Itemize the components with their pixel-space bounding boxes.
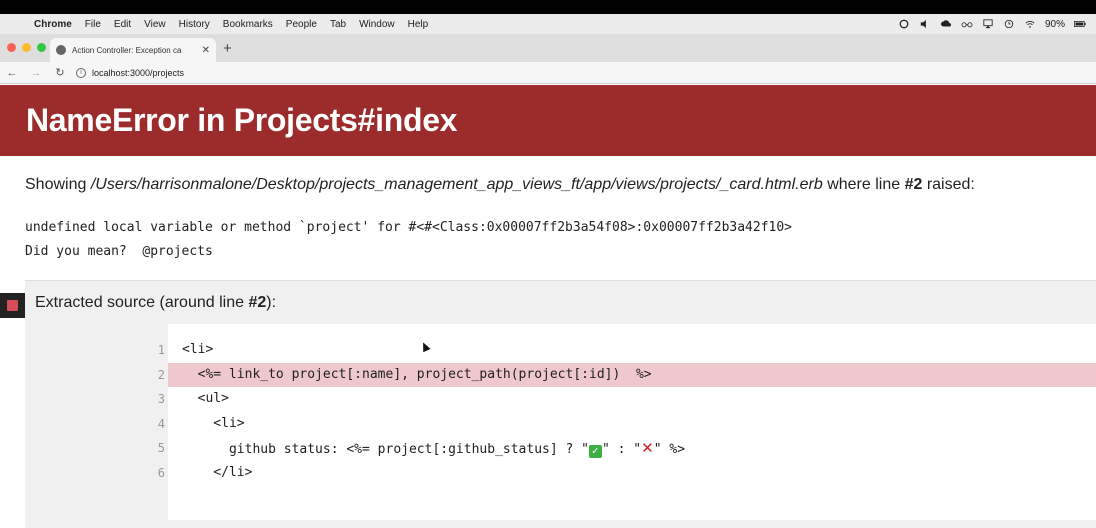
extract-title-prefix: Extracted source (around line xyxy=(35,294,249,311)
menu-history[interactable]: History xyxy=(179,19,210,30)
screen-top-edge xyxy=(0,0,1096,14)
volume-icon[interactable] xyxy=(919,19,931,29)
code-line-1: <li> xyxy=(182,342,214,357)
menu-people[interactable]: People xyxy=(286,19,317,30)
airplay-icon[interactable] xyxy=(982,19,994,29)
line-number: 5 xyxy=(157,441,165,455)
new-tab-icon[interactable]: + xyxy=(223,40,232,57)
line-numbers: 1 2 3 4 5 6 xyxy=(145,338,165,485)
line-number: 1 xyxy=(157,343,165,357)
showing-suffix: raised: xyxy=(922,176,975,193)
error-message: undefined local variable or method `proj… xyxy=(25,220,793,235)
tab-favicon-icon xyxy=(56,45,66,55)
minimize-window-button[interactable] xyxy=(22,43,31,52)
code-line-4: <li> xyxy=(182,415,245,431)
menu-app-name[interactable]: Chrome xyxy=(34,19,72,30)
template-path: /Users/harrisonmalone/Desktop/projects_m… xyxy=(90,176,823,193)
tab-title: Action Controller: Exception ca xyxy=(72,45,182,55)
code-line-3: <ul> xyxy=(182,391,229,406)
code-line-5-part-a: github status: <%= project[:github_statu… xyxy=(182,442,589,457)
did-you-mean-message: Did you mean? @projects xyxy=(25,244,213,259)
url-text: localhost:3000/projects xyxy=(92,67,185,78)
menu-window[interactable]: Window xyxy=(359,19,395,30)
error-location: Showing /Users/harrisonmalone/Desktop/pr… xyxy=(25,176,975,194)
menu-edit[interactable]: Edit xyxy=(114,19,131,30)
source-code-block: <li> <%= link_to project[:name], project… xyxy=(168,324,1096,520)
showing-middle: where line xyxy=(822,176,905,193)
status-icons: 90% xyxy=(898,14,1086,34)
line-number: 4 xyxy=(157,416,165,431)
url-field[interactable]: i localhost:3000/projects xyxy=(76,67,185,78)
extract-title-line: #2 xyxy=(248,294,267,311)
line-number: 6 xyxy=(157,465,165,480)
browser-tab-strip: Action Controller: Exception ca ✕ + xyxy=(0,34,1096,62)
reload-icon[interactable]: ↻ xyxy=(48,66,72,79)
code-line-5-part-b: " : " xyxy=(602,442,642,457)
address-bar-row: ← → ↻ i localhost:3000/projects xyxy=(0,62,1096,84)
code-line-2-highlighted: <%= link_to project[:name], project_path… xyxy=(168,362,1096,387)
window-controls xyxy=(7,43,46,52)
back-arrow-icon[interactable]: ← xyxy=(0,67,24,79)
code-line-6: </li> xyxy=(182,464,253,480)
extracted-source-title: Extracted source (around line #2): xyxy=(35,294,276,312)
menu-view[interactable]: View xyxy=(144,19,166,30)
check-mark-icon: ✓ xyxy=(589,445,602,458)
extract-title-suffix: ): xyxy=(266,294,277,311)
macos-menu-bar: Chrome File Edit View History Bookmarks … xyxy=(0,14,1096,34)
zoom-window-button[interactable] xyxy=(37,43,46,52)
error-line-ref: #2 xyxy=(904,176,923,193)
code-line-5: github status: <%= project[:github_statu… xyxy=(168,436,1096,461)
error-title: NameError in Projects#index xyxy=(26,102,458,138)
wifi-icon[interactable] xyxy=(1024,19,1036,29)
close-window-button[interactable] xyxy=(7,43,16,52)
forward-arrow-icon[interactable]: → xyxy=(24,67,48,79)
browser-tab-active[interactable]: Action Controller: Exception ca ✕ xyxy=(50,38,216,62)
battery-percent: 90% xyxy=(1044,18,1065,30)
glasses-icon[interactable] xyxy=(961,19,973,29)
code-line-5-part-c: " %> xyxy=(653,442,686,457)
menu-tab[interactable]: Tab xyxy=(330,19,346,30)
cloud-icon[interactable] xyxy=(940,19,952,29)
battery-icon[interactable] xyxy=(1074,19,1086,29)
settings-status-icon[interactable] xyxy=(898,19,910,29)
cross-mark-icon: ✕ xyxy=(641,439,654,457)
toggle-trace-button[interactable] xyxy=(0,293,25,318)
menu-file[interactable]: File xyxy=(85,19,101,30)
line-number: 2 xyxy=(157,367,165,382)
error-header: NameError in Projects#index xyxy=(0,85,1096,156)
tab-close-icon[interactable]: ✕ xyxy=(202,45,210,56)
showing-prefix: Showing xyxy=(25,176,91,193)
site-info-icon[interactable]: i xyxy=(76,67,86,78)
stop-square-icon xyxy=(7,300,18,311)
time-machine-icon[interactable] xyxy=(1003,19,1015,29)
line-number: 3 xyxy=(157,392,165,406)
menu-bookmarks[interactable]: Bookmarks xyxy=(223,19,273,30)
menu-help[interactable]: Help xyxy=(408,19,429,30)
